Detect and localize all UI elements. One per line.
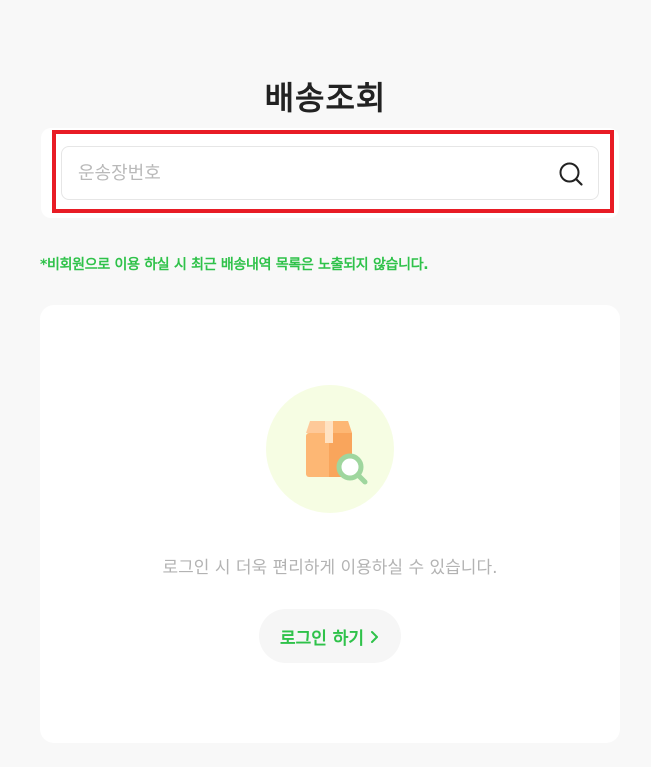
search-icon[interactable] (558, 161, 584, 187)
empty-state-card: 로그인 시 더욱 편리하게 이용하실 수 있습니다. 로그인 하기 (40, 305, 620, 743)
package-search-icon (266, 385, 394, 513)
login-button[interactable]: 로그인 하기 (259, 609, 401, 663)
login-benefit-message: 로그인 시 더욱 편리하게 이용하실 수 있습니다. (162, 558, 498, 578)
chevron-right-icon (370, 629, 380, 643)
tracking-number-input[interactable] (78, 147, 548, 199)
search-box (61, 146, 599, 200)
login-button-label: 로그인 하기 (279, 628, 365, 649)
search-card (41, 128, 619, 218)
guest-notice: *비회원으로 이용 하실 시 최근 배송내역 목록은 노출되지 않습니다. (40, 257, 429, 273)
page-title: 배송조회 (264, 79, 387, 118)
page: 배송조회 *비회원으로 이용 하실 시 최근 배송내역 목록은 노출되지 않습니… (0, 0, 651, 767)
